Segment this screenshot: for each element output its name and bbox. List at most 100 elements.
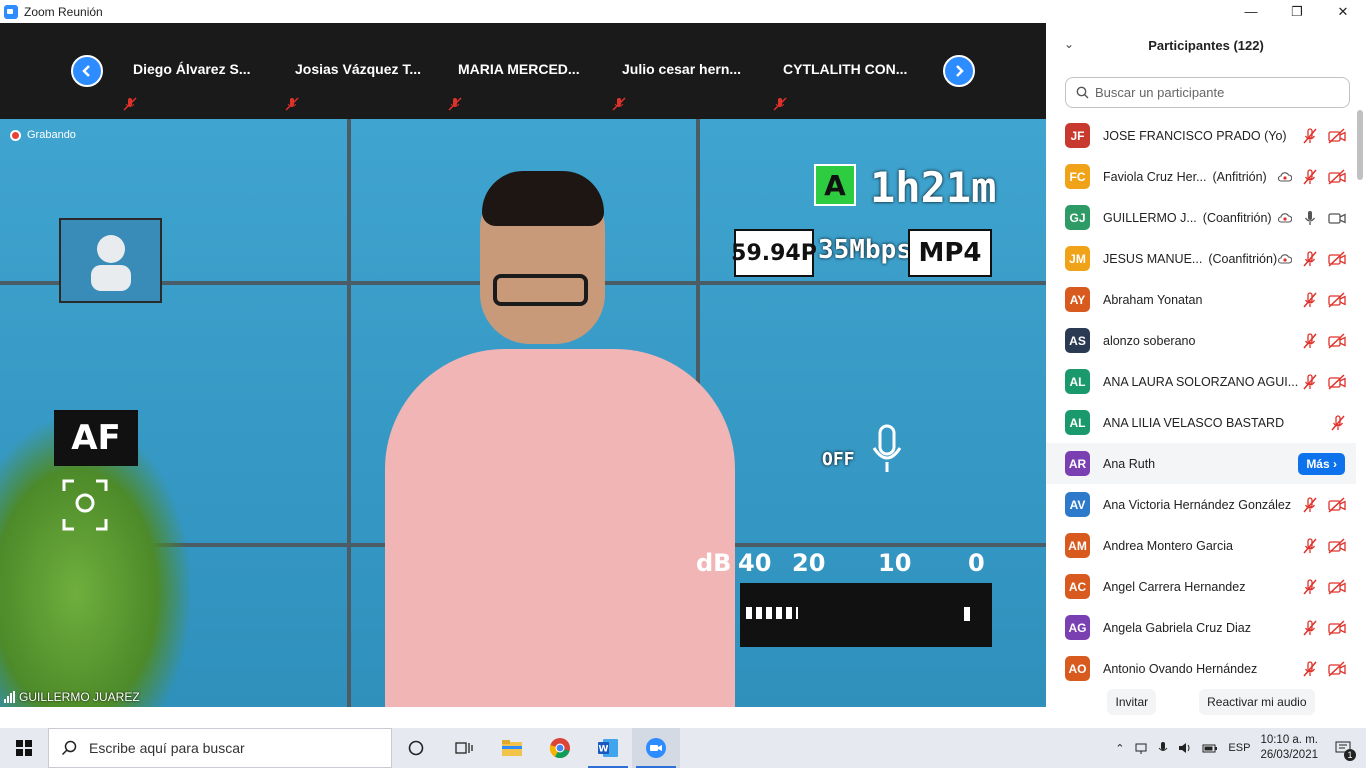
clock[interactable]: 10:10 a. m. 26/03/2021 [1260,733,1318,763]
close-button[interactable]: ✕ [1320,0,1366,23]
participant-row[interactable]: AS alonzo soberano [1046,320,1356,361]
gallery-next-button[interactable] [943,55,975,87]
gallery-thumbnail[interactable]: MARIA MERCED... [442,23,602,119]
minimize-button[interactable]: — [1228,0,1274,23]
participant-row[interactable]: JF JOSE FRANCISCO PRADO (Yo) [1046,115,1356,156]
mic-muted-icon[interactable] [1302,373,1318,390]
participants-panel: ⌄ Participantes (122) JF JOSE FRANCISCO P… [1046,23,1366,727]
chrome-button[interactable] [536,728,584,768]
gallery-thumbnail[interactable]: CYTLALITH CON... [767,23,927,119]
gallery-thumbnail[interactable]: Julio cesar hern... [606,23,766,119]
active-speaker-video[interactable]: Grabando A 1h21m 59.94P 35Mbps MP4 AF OF… [0,119,1046,707]
camera-off-icon[interactable] [1328,127,1346,144]
audio-meter-scale: dB 40 20 10 0 [696,549,996,583]
mic-muted-icon[interactable] [1302,660,1318,677]
chevron-right-icon: › [1333,456,1337,471]
gallery-thumbnail[interactable]: Diego Álvarez S... [117,23,277,119]
participant-row[interactable]: GJ GUILLERMO J... (Coanfitrión) [1046,197,1356,238]
cortana-button[interactable] [392,728,440,768]
start-button[interactable] [0,728,48,768]
camera-off-icon[interactable] [1328,537,1346,554]
search-input[interactable] [1095,85,1335,100]
participant-name: Abraham Yonatan [1103,292,1203,307]
participant-row[interactable]: AL ANA LILIA VELASCO BASTARD [1046,402,1356,443]
participant-row[interactable]: AY Abraham Yonatan [1046,279,1356,320]
participant-avatar: GJ [1065,205,1090,230]
input-language[interactable]: ESP [1228,742,1250,754]
participant-list[interactable]: JF JOSE FRANCISCO PRADO (Yo) FC Faviola Cru… [1046,115,1356,683]
participant-row[interactable]: AO Antonio Ovando Hernández [1046,648,1356,683]
mic-muted-icon[interactable] [1302,496,1318,513]
collapse-chevron-icon[interactable]: ⌄ [1064,37,1074,51]
participant-row[interactable]: AV Ana Victoria Hernández González [1046,484,1356,525]
camera-off-icon[interactable] [1328,619,1346,636]
thumbnail-name: CYTLALITH CON... [783,61,908,77]
mic-on-icon[interactable] [1302,210,1318,226]
participant-row[interactable]: JM JESUS MANUE... (Coanfitrión) [1046,238,1356,279]
file-explorer-button[interactable] [488,728,536,768]
camera-off-icon[interactable] [1328,578,1346,595]
mic-muted-icon[interactable] [1302,250,1318,267]
participant-scrollbar-thumb[interactable] [1357,110,1363,180]
word-icon: W [598,739,618,757]
gallery-thumbnail[interactable]: Josias Vázquez T... [279,23,439,119]
participant-search[interactable] [1065,77,1350,108]
participant-avatar: AM [1065,533,1090,558]
participant-status-icons [1302,578,1346,595]
grid-line [347,119,351,707]
participant-avatar: AR [1065,451,1090,476]
recording-icon [1278,253,1292,264]
mic-muted-icon[interactable] [1302,168,1318,185]
participant-row[interactable]: FC Faviola Cruz Her... (Anfitrión) [1046,156,1356,197]
mic-muted-icon[interactable] [1302,291,1318,308]
camera-off-icon[interactable] [1328,660,1346,677]
shooting-mode-badge: A [814,164,856,206]
participant-status-icons [1302,496,1346,513]
recording-label: Grabando [27,129,76,141]
mic-muted-icon[interactable] [1302,127,1318,144]
camera-on-icon[interactable] [1328,210,1346,226]
camera-off-icon[interactable] [1328,168,1346,185]
action-center-button[interactable]: 1 [1328,733,1358,763]
microphone-tray-icon[interactable] [1158,741,1168,755]
mic-muted-icon[interactable] [1302,537,1318,554]
recording-indicator: Grabando [10,129,76,141]
person-glasses [493,274,588,306]
mic-muted-icon [612,97,626,111]
camera-off-icon[interactable] [1328,332,1346,349]
tray-overflow-chevron-icon[interactable]: ⌃ [1115,742,1124,755]
video-area: Diego Álvarez S... Josias Vázquez T... M… [0,23,1046,707]
participant-row[interactable]: AL ANA LAURA SOLORZANO AGUI... [1046,361,1356,402]
camera-off-icon[interactable] [1328,291,1346,308]
battery-icon[interactable] [1202,741,1218,755]
task-view-button[interactable] [440,728,488,768]
participant-scrollbar[interactable] [1356,108,1364,673]
more-options-button[interactable]: Más › [1298,452,1345,475]
mic-muted-icon[interactable] [1302,578,1318,595]
taskbar-search[interactable]: Escribe aquí para buscar [48,728,392,768]
camera-off-icon[interactable] [1328,496,1346,513]
participant-row[interactable]: AG Angela Gabriela Cruz Diaz [1046,607,1356,648]
system-tray: ⌃ ESP 10:10 a. m. 26/03/2021 1 [1115,728,1366,768]
network-icon[interactable] [1134,741,1148,755]
participant-row[interactable]: AM Andrea Montero Garcia [1046,525,1356,566]
unmute-me-button[interactable]: Reactivar mi audio [1199,689,1315,715]
mic-muted-icon[interactable] [1302,619,1318,636]
participant-row[interactable]: AR Ana Ruth Más › [1046,443,1356,484]
camera-off-icon[interactable] [1328,250,1346,267]
mic-muted-icon [448,97,462,111]
gallery-prev-button[interactable] [71,55,103,87]
maximize-button[interactable]: ❐ [1274,0,1320,23]
volume-icon[interactable] [1178,741,1192,755]
mic-muted-icon[interactable] [1302,332,1318,349]
window-title: Zoom Reunión [24,4,103,19]
zoom-button[interactable] [632,728,680,768]
mic-muted-icon [123,97,137,111]
participant-avatar: AS [1065,328,1090,353]
participant-row[interactable]: AC Angel Carrera Hernandez [1046,566,1356,607]
camera-off-icon[interactable] [1328,373,1346,390]
participant-avatar: JM [1065,246,1090,271]
mic-muted-icon[interactable] [1330,414,1346,431]
invite-button[interactable]: Invitar [1107,689,1157,715]
word-button[interactable]: W [584,728,632,768]
